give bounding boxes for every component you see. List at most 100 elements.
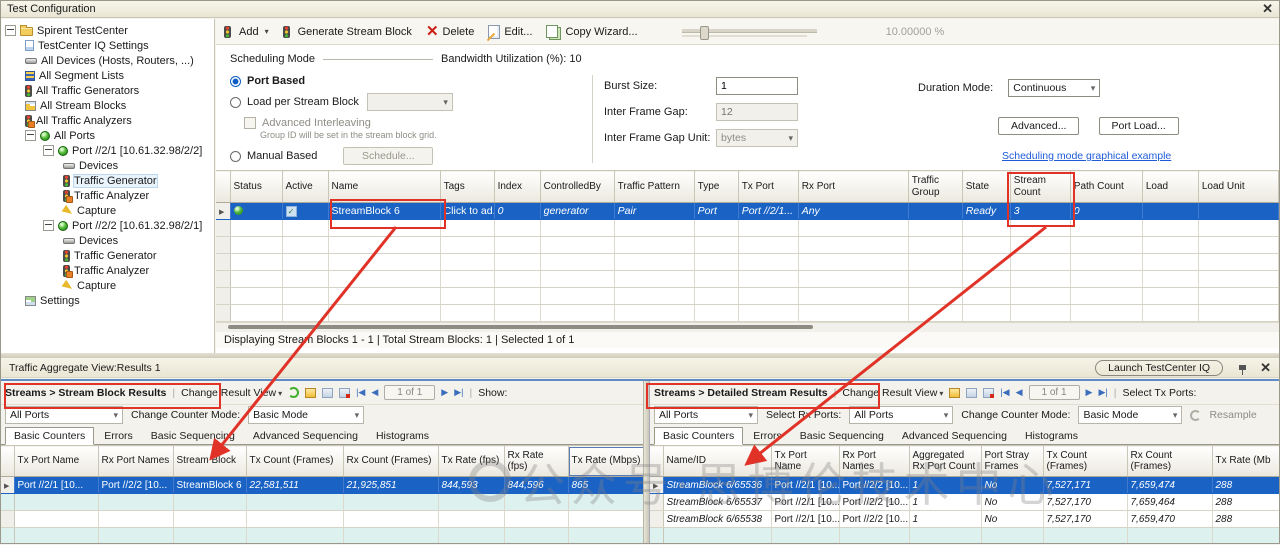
rx-ports-filter-select[interactable]: All Ports: [849, 406, 953, 424]
col-tx-rate-mbps[interactable]: Tx Rate (Mb: [1212, 446, 1279, 477]
tx-rate-mbps-cell[interactable]: 288: [1212, 477, 1279, 494]
col-traffic-pattern[interactable]: Traffic Pattern: [614, 171, 694, 203]
radio-icon[interactable]: [230, 151, 241, 162]
port-stray-frames-cell[interactable]: No: [981, 511, 1043, 528]
rx-port-names-cell[interactable]: Port //2/2 [10...: [839, 477, 909, 494]
stream-row-65537[interactable]: StreamBlock 6/65537 Port //2/1 [10... Po…: [650, 494, 1279, 511]
empty-row[interactable]: [650, 528, 1279, 544]
tree-item-traffic-analyzer[interactable]: Traffic Analyzer: [1, 188, 214, 203]
col-aggregated-rx-port-count[interactable]: Aggregated Rx Port Count: [909, 446, 981, 477]
col-load[interactable]: Load: [1142, 171, 1198, 203]
agg-rx-port-count-cell[interactable]: 1: [909, 511, 981, 528]
rx-count-cell[interactable]: 7,659,470: [1127, 511, 1212, 528]
advanced-button[interactable]: Advanced...: [998, 117, 1079, 135]
collapse-icon[interactable]: [25, 130, 36, 141]
delete-button[interactable]: ✕Delete: [426, 26, 474, 38]
tree-item-port-2-1[interactable]: Port //2/1 [10.61.32.98/2/2]: [1, 143, 214, 158]
tx-rate-fps-cell[interactable]: 844,593: [438, 477, 504, 494]
tx-count-cell[interactable]: 22,581,511: [246, 477, 343, 494]
col-status[interactable]: Status: [230, 171, 282, 203]
rx-rate-fps-cell[interactable]: 844,596: [504, 477, 568, 494]
tx-port-cell[interactable]: Port //2/1...: [738, 203, 798, 220]
rx-port-names-cell[interactable]: Port //2/2 [10...: [98, 477, 173, 494]
tx-ports-filter-select[interactable]: All Ports: [654, 406, 758, 424]
load-cell[interactable]: [1142, 203, 1198, 220]
col-active[interactable]: Active: [282, 171, 328, 203]
rx-count-cell[interactable]: 7,659,464: [1127, 494, 1212, 511]
tab-basic-counters[interactable]: Basic Counters: [654, 427, 743, 445]
col-tx-rate-fps[interactable]: Tx Rate (fps): [438, 446, 504, 477]
checkbox-checked-icon[interactable]: [286, 206, 297, 217]
tab-histograms[interactable]: Histograms: [1017, 428, 1086, 444]
tx-count-cell[interactable]: 7,527,170: [1043, 511, 1127, 528]
rx-count-cell[interactable]: 21,925,851: [343, 477, 438, 494]
port-stray-frames-cell[interactable]: No: [981, 477, 1043, 494]
tree-item-devices[interactable]: Devices: [1, 158, 214, 173]
result-row-selected[interactable]: Port //2/1 [10... Port //2/2 [10... Stre…: [1, 477, 644, 494]
col-path-count[interactable]: Path Count: [1070, 171, 1142, 203]
tx-port-name-cell[interactable]: Port //2/1 [10...: [14, 477, 98, 494]
tree-item-all-traffic-analyzers[interactable]: All Traffic Analyzers: [1, 113, 214, 128]
rx-port-names-cell[interactable]: Port //2/2 [10...: [839, 494, 909, 511]
tree-item-devices[interactable]: Devices: [1, 233, 214, 248]
change-result-view-button[interactable]: Change Result View: [181, 387, 282, 399]
collapse-icon[interactable]: [43, 220, 54, 231]
rx-count-cell[interactable]: 7,659,474: [1127, 477, 1212, 494]
tx-count-cell[interactable]: 7,527,170: [1043, 494, 1127, 511]
col-stream-block[interactable]: Stream Block: [173, 446, 246, 477]
tree-item-traffic-generator[interactable]: Traffic Generator: [1, 173, 214, 188]
export-icon[interactable]: [305, 388, 316, 398]
empty-row[interactable]: [216, 288, 1279, 305]
collapse-icon[interactable]: [5, 25, 16, 36]
prev-page-icon[interactable]: [371, 387, 378, 398]
col-rx-count[interactable]: Rx Count (Frames): [1127, 446, 1212, 477]
status-cell[interactable]: [230, 203, 282, 220]
load-per-stream-block-option[interactable]: Load per Stream Block: [230, 93, 453, 111]
launch-testcenter-iq-button[interactable]: Launch TestCenter IQ: [1095, 360, 1223, 376]
tree-item-port-2-2[interactable]: Port //2/2 [10.61.32.98/2/1]: [1, 218, 214, 233]
tx-rate-mbps-cell[interactable]: 288: [1212, 494, 1279, 511]
copy-wizard-button[interactable]: Copy Wizard...: [546, 25, 637, 38]
slider-thumb[interactable]: [700, 26, 709, 40]
tab-errors[interactable]: Errors: [96, 428, 141, 444]
col-tx-rate-mbps[interactable]: Tx Rate (Mbps): [568, 446, 644, 477]
first-page-icon[interactable]: [356, 387, 365, 398]
tab-errors[interactable]: Errors: [745, 428, 790, 444]
tab-basic-sequencing[interactable]: Basic Sequencing: [792, 428, 892, 444]
tree-item-capture[interactable]: Capture: [1, 278, 214, 293]
col-load-unit[interactable]: Load Unit: [1198, 171, 1278, 203]
next-page-icon[interactable]: [441, 387, 448, 398]
first-page-icon[interactable]: [1000, 387, 1009, 398]
tab-advanced-sequencing[interactable]: Advanced Sequencing: [894, 428, 1015, 444]
row-selector[interactable]: [216, 203, 230, 220]
collapse-icon[interactable]: [43, 145, 54, 156]
save-all-results-icon[interactable]: [983, 388, 994, 398]
scrollbar-thumb[interactable]: [228, 325, 813, 329]
stream-row-65536[interactable]: StreamBlock 6/65536 Port //2/1 [10... Po…: [650, 477, 1279, 494]
port-stray-frames-cell[interactable]: No: [981, 494, 1043, 511]
empty-row[interactable]: [216, 305, 1279, 322]
state-cell[interactable]: Ready: [962, 203, 1010, 220]
col-name-id[interactable]: Name/ID: [663, 446, 771, 477]
stream-block-cell[interactable]: StreamBlock 6: [173, 477, 246, 494]
tx-port-name-cell[interactable]: Port //2/1 [10...: [771, 477, 839, 494]
col-tx-count[interactable]: Tx Count (Frames): [246, 446, 343, 477]
next-page-icon[interactable]: [1086, 387, 1093, 398]
agg-rx-port-count-cell[interactable]: 1: [909, 477, 981, 494]
horizontal-scrollbar[interactable]: [216, 322, 1279, 332]
counter-mode-select[interactable]: Basic Mode: [248, 406, 364, 424]
radio-icon[interactable]: [230, 97, 241, 108]
tree-item-traffic-analyzer[interactable]: Traffic Analyzer: [1, 263, 214, 278]
close-icon[interactable]: ✕: [1262, 4, 1273, 14]
empty-row[interactable]: [1, 528, 644, 544]
col-rx-port-names[interactable]: Rx Port Names: [839, 446, 909, 477]
tree-item-iq-settings[interactable]: TestCenter IQ Settings: [1, 38, 214, 53]
tree-item-settings[interactable]: Settings: [1, 293, 214, 308]
controlledby-cell[interactable]: generator: [540, 203, 614, 220]
path-count-cell[interactable]: 0: [1070, 203, 1142, 220]
port-based-option[interactable]: Port Based: [230, 75, 453, 87]
tree-item-all-segment-lists[interactable]: All Segment Lists: [1, 68, 214, 83]
empty-row[interactable]: [216, 237, 1279, 254]
edit-button[interactable]: Edit...: [488, 25, 532, 39]
col-name[interactable]: Name: [328, 171, 440, 203]
